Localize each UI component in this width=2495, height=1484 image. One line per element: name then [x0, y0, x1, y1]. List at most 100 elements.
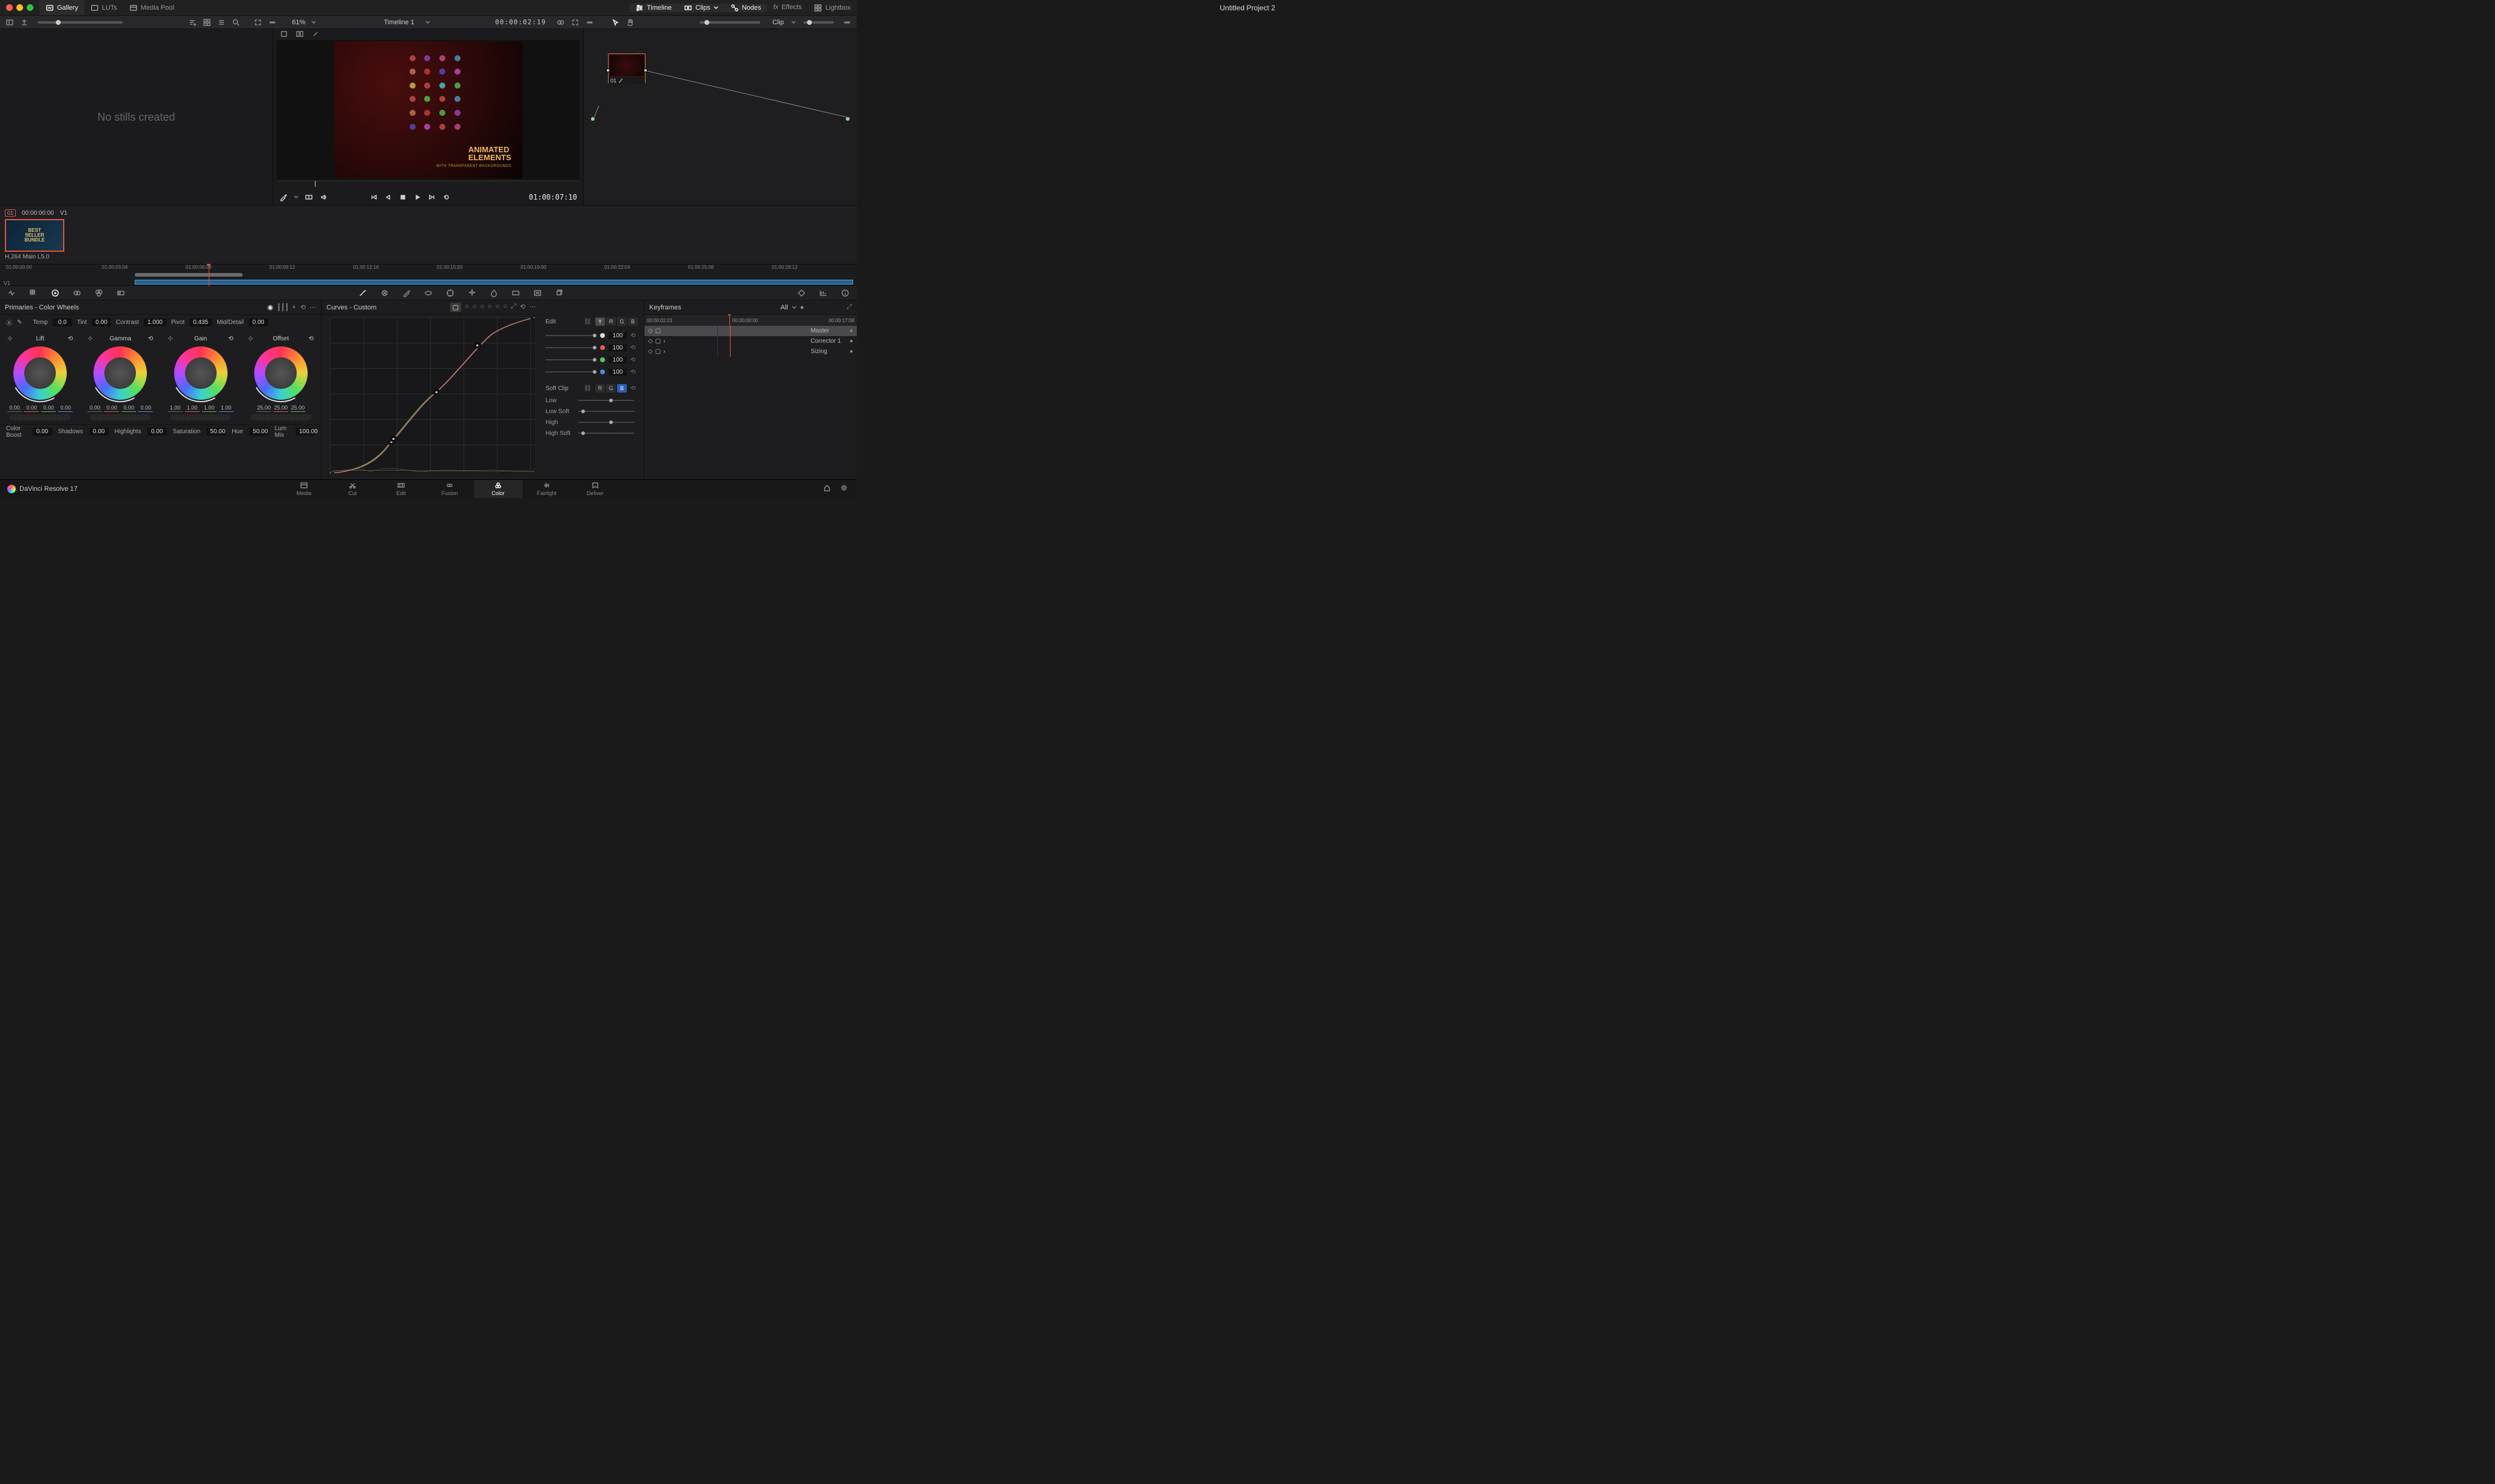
sort-icon[interactable] [186, 16, 198, 29]
hue-lum-icon[interactable]: ○ [480, 303, 484, 312]
timeline-ruler[interactable]: 01:00:00:00 01:00:03:04 01:00:06:08 01:0… [0, 264, 857, 286]
tint-value[interactable]: 0.00 [92, 319, 111, 326]
hue-sat-icon[interactable]: ○ [473, 303, 477, 312]
chevron-down-icon[interactable] [311, 20, 316, 25]
pick-icon[interactable]: ⊹ [87, 336, 92, 342]
kf-dot-icon[interactable]: ● [800, 304, 805, 311]
keyframes-playhead[interactable] [729, 315, 730, 326]
mediapool-button[interactable]: Media Pool [123, 0, 180, 15]
gallery-size-slider[interactable] [38, 21, 123, 24]
bars-mode-icon[interactable]: ┃┃┃ [277, 303, 289, 311]
blur-icon[interactable] [488, 288, 499, 298]
wheel-jog[interactable] [90, 414, 150, 420]
reset-icon[interactable]: ⟲ [68, 336, 73, 342]
nodes-pane[interactable]: 01 [584, 29, 857, 205]
bypass-icon[interactable] [555, 16, 567, 29]
curves-icon[interactable] [357, 288, 368, 298]
effects-toggle[interactable]: fx Effects [767, 4, 808, 11]
qualifier-icon[interactable] [401, 288, 412, 298]
hue-value[interactable]: 50.00 [249, 428, 269, 436]
info-icon[interactable] [840, 288, 851, 298]
reset-icon[interactable]: ⟲ [520, 303, 525, 312]
gallery-button[interactable]: Gallery [39, 0, 84, 15]
channel-value[interactable]: 100 [609, 332, 627, 339]
channel-value[interactable]: 100 [609, 369, 627, 376]
wheels-mode-icon[interactable]: ◉ [268, 303, 274, 311]
expand-icon[interactable] [569, 16, 581, 29]
tracker-icon[interactable] [445, 288, 456, 298]
channel-slider[interactable] [545, 347, 596, 348]
softclip-slider[interactable] [578, 400, 634, 401]
next-clip-icon[interactable] [428, 193, 436, 201]
channel-slider[interactable] [545, 335, 596, 336]
more-icon[interactable] [584, 16, 596, 29]
camera-raw-icon[interactable] [6, 288, 17, 298]
keyframe-row[interactable]: ◇ ▢ › Corrector 1 ● [644, 336, 857, 346]
nodes-toggle[interactable]: Nodes [724, 4, 768, 12]
node-size-slider[interactable] [803, 21, 834, 24]
color-wheel[interactable] [174, 346, 228, 400]
page-color[interactable]: Color [474, 480, 522, 498]
stop-icon[interactable] [399, 193, 407, 201]
wipe-icon[interactable] [305, 193, 313, 201]
clips-toggle[interactable]: Clips [678, 4, 724, 12]
sc-b-tab[interactable]: B [617, 384, 627, 393]
wand-icon[interactable] [309, 28, 322, 40]
range-selection[interactable] [135, 273, 243, 277]
timeline-name[interactable]: Timeline 1 [375, 19, 422, 26]
hdr-wheels-icon[interactable] [72, 288, 83, 298]
color-wheel[interactable] [93, 346, 147, 400]
page-fairlight[interactable]: Fairlight [522, 480, 571, 498]
auto-balance-icon[interactable]: Ⓐ [6, 318, 12, 327]
play-icon[interactable] [413, 193, 422, 201]
close-icon[interactable] [6, 4, 13, 11]
reset-icon[interactable]: ⟲ [148, 336, 153, 342]
lum-sat-icon[interactable]: ○ [488, 303, 492, 312]
sat-lum-icon[interactable]: ○ [503, 303, 507, 312]
contrast-value[interactable]: 1.000 [144, 319, 166, 326]
keyframe-row[interactable]: ◇ ▢ Master ● [644, 326, 857, 336]
reset-icon[interactable]: ⟲ [630, 332, 638, 339]
node-input[interactable] [606, 69, 610, 72]
sidebar-toggle-icon[interactable] [4, 16, 16, 29]
sc-r-tab[interactable]: R [595, 384, 605, 393]
wheel-values[interactable]: 1.001.001.001.00 [168, 405, 234, 412]
lock-icon[interactable]: ◇ [648, 338, 653, 345]
expand-icon[interactable]: › [663, 348, 665, 355]
viewer-canvas[interactable]: ANIMATEDELEMENTS WITH TRANSPARENT BACKGR… [277, 40, 579, 180]
expand-icon[interactable]: ⤢ [846, 303, 852, 311]
reset-icon[interactable]: ⟲ [228, 336, 233, 342]
node-output[interactable] [644, 69, 647, 72]
fit-icon[interactable] [252, 16, 264, 29]
settings-icon[interactable] [840, 484, 848, 494]
list-view-icon[interactable] [215, 16, 228, 29]
magic-mask-icon[interactable] [467, 288, 478, 298]
keyframes-ruler[interactable]: 00:00:02:21 00:00:00:00 00:00:17:08 [644, 315, 857, 326]
link-icon[interactable]: ⛓ [584, 385, 592, 392]
motion-effects-icon[interactable] [115, 288, 126, 298]
hue-hue-icon[interactable]: ○ [465, 303, 469, 312]
prev-clip-icon[interactable] [370, 193, 378, 201]
expand-icon[interactable]: ⤢ [511, 303, 516, 312]
wheel-jog[interactable] [170, 414, 231, 420]
wheel-jog[interactable] [10, 414, 70, 420]
reset-icon[interactable]: ⟲ [630, 357, 638, 363]
g-tab[interactable]: G [617, 317, 627, 326]
toggle-icon[interactable]: ▢ [655, 348, 661, 355]
timeline-toggle[interactable]: Timeline [629, 4, 678, 12]
warper-icon[interactable] [379, 288, 390, 298]
y-tab[interactable]: Y [595, 317, 605, 326]
log-mode-icon[interactable]: ◐ [292, 303, 297, 311]
node-1[interactable]: 01 [608, 53, 646, 84]
color-wheel[interactable] [254, 346, 308, 400]
curve-editor[interactable] [330, 317, 535, 473]
eyedropper-icon[interactable] [279, 193, 288, 201]
reset-icon[interactable]: ⟲ [308, 336, 313, 342]
zoom-value[interactable]: 61% [288, 19, 309, 26]
more-icon[interactable] [266, 16, 279, 29]
reset-icon[interactable]: ⟲ [300, 303, 306, 311]
wheel-values[interactable]: 0.000.000.000.00 [7, 405, 73, 412]
export-icon[interactable] [18, 16, 30, 29]
channel-value[interactable]: 100 [609, 357, 627, 363]
middetail-value[interactable]: 0.00 [249, 319, 268, 326]
